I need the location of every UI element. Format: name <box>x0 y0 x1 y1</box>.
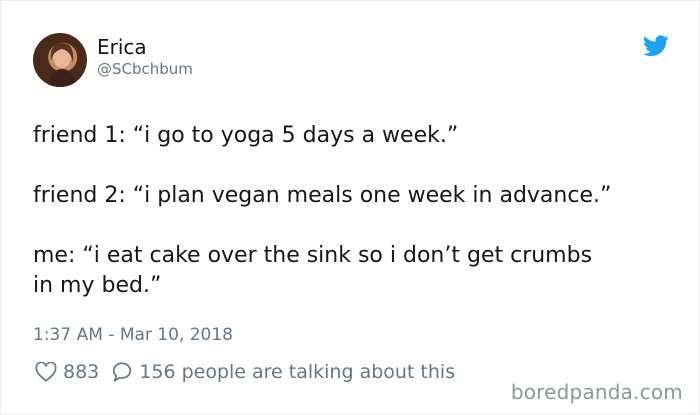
tweet-line: friend 1: “i go to yoga 5 days a week.” <box>33 123 459 148</box>
author-handle[interactable]: @SCbchbum <box>97 60 193 78</box>
like-count[interactable]: 883 <box>63 361 99 383</box>
tweet-text: friend 1: “i go to yoga 5 days a week.” … <box>33 121 655 301</box>
tweet-line: me: “i eat cake over the sink so i don’t… <box>33 243 593 268</box>
heart-icon[interactable] <box>35 362 57 382</box>
speech-bubble-icon[interactable] <box>111 361 133 383</box>
tweet-line: in my bed.” <box>33 273 162 298</box>
author-name[interactable]: Erica <box>97 35 147 59</box>
avatar[interactable] <box>33 33 87 87</box>
engagement-bar: 883 156 people are talking about this <box>35 361 455 383</box>
tweet-line: friend 2: “i plan vegan meals one week i… <box>33 183 612 208</box>
talking-about-text[interactable]: 156 people are talking about this <box>139 361 455 383</box>
tweet-timestamp[interactable]: 1:37 AM - Mar 10, 2018 <box>33 325 233 345</box>
watermark: boredpanda.com <box>510 380 683 404</box>
tweet-card: Erica @SCbchbum friend 1: “i go to yoga … <box>0 0 700 415</box>
twitter-bird-icon[interactable] <box>643 35 669 57</box>
